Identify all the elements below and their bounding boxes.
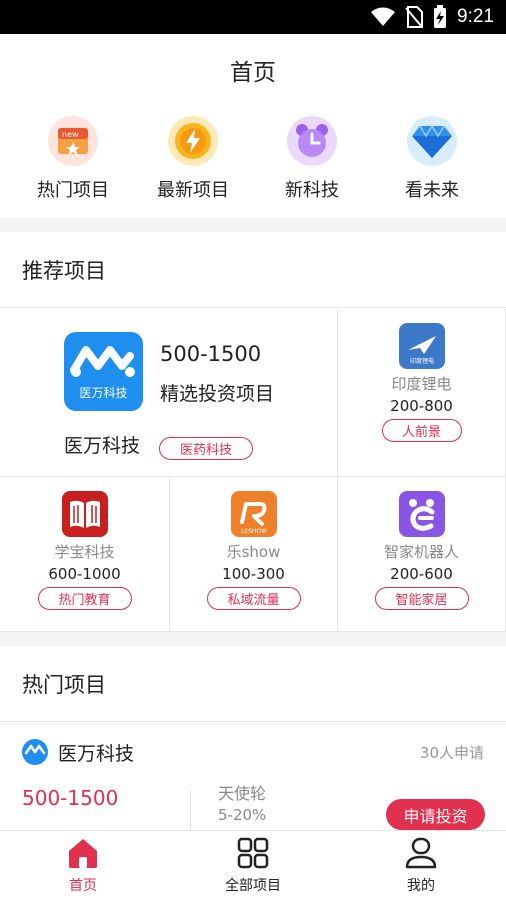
project-name: 乐show <box>226 543 281 561</box>
nav-label: 全部项目 <box>225 878 281 894</box>
hot-project-applicants: 30人申请 <box>419 744 484 762</box>
hot-project-card[interactable]: 医万科技 30人申请 500-1500 天使轮 5-20% 申请投资 <box>0 724 506 834</box>
quick-nav-latest[interactable]: 最新项目 <box>133 116 253 202</box>
nav-mine[interactable]: 我的 <box>361 837 481 895</box>
leshow-logo-icon: LESHOW <box>230 491 277 537</box>
page-title: 首页 <box>230 60 276 86</box>
project-tag: 私域流量 <box>206 587 301 610</box>
quick-nav-tech[interactable]: 新科技 <box>252 116 372 202</box>
quick-nav-label: 看未来 <box>405 180 459 201</box>
status-time: 9:21 <box>457 6 494 27</box>
title-bar: 首页 <box>0 34 506 106</box>
quick-nav-label: 热门项目 <box>37 180 109 201</box>
battery-logo-text: 印度锂电 <box>409 357 433 365</box>
featured-name: 医万科技 <box>64 435 141 457</box>
nav-all-projects[interactable]: 全部项目 <box>193 837 313 895</box>
book-logo-icon <box>61 491 108 537</box>
featured-logo: 医万科技 <box>64 332 143 411</box>
status-bar: 9:21 <box>0 0 506 34</box>
quick-nav-label: 新科技 <box>285 180 339 201</box>
project-range: 200-800 <box>390 397 453 415</box>
project-card[interactable]: 智家机器人 200-600 智能家居 <box>338 477 506 632</box>
lightning-coin-icon <box>168 116 218 166</box>
battery-charging-icon <box>434 5 447 28</box>
section-title: 热门项目 <box>0 646 506 722</box>
diamond-icon <box>407 116 457 166</box>
featured-subtitle: 精选投资项目 <box>160 383 275 405</box>
project-card[interactable]: 学宝科技 600-1000 热门教育 <box>0 477 170 632</box>
quick-nav-label: 最新项目 <box>157 180 229 201</box>
bottom-nav: 首页 全部项目 我的 <box>0 830 506 900</box>
svg-text:new: new <box>62 130 79 139</box>
alarm-clock-icon <box>287 116 337 166</box>
quick-nav-future[interactable]: 看未来 <box>372 116 492 202</box>
project-tag: 人前景 <box>381 419 462 442</box>
featured-tag: 医药科技 <box>159 437 253 460</box>
project-name: 智家机器人 <box>383 543 459 561</box>
grid-icon <box>237 837 269 869</box>
divider <box>190 790 191 834</box>
robot-logo-icon <box>398 491 445 537</box>
featured-range: 500-1500 <box>160 342 262 366</box>
quick-nav: new 热门项目 最新项目 新科技 看未来 <box>0 106 506 218</box>
hot-section: 热门项目 <box>0 646 506 723</box>
section-title: 推荐项目 <box>0 232 506 308</box>
project-range: 200-600 <box>390 565 453 583</box>
recommended-grid: 医万科技 500-1500 精选投资项目 医万科技 医药科技 印度锂电 印度锂电… <box>0 309 506 632</box>
battery-logo-icon: 印度锂电 <box>398 323 445 369</box>
leshow-logo-text: LESHOW <box>240 528 266 535</box>
nav-label: 我的 <box>407 878 435 894</box>
apply-invest-button[interactable]: 申请投资 <box>386 799 485 830</box>
project-card[interactable]: LESHOW 乐show 100-300 私域流量 <box>170 477 338 632</box>
hot-project-equity: 5-20% <box>218 806 267 824</box>
project-range: 100-300 <box>222 565 285 583</box>
project-name: 学宝科技 <box>54 543 115 561</box>
featured-logo-text: 医万科技 <box>79 386 128 400</box>
user-icon <box>405 837 437 869</box>
project-name: 印度锂电 <box>391 375 452 393</box>
project-tag: 智能家居 <box>374 587 469 610</box>
nav-label: 首页 <box>69 878 97 894</box>
yiwan-small-logo-icon <box>22 739 48 765</box>
project-range: 600-1000 <box>48 565 121 583</box>
project-tag: 热门教育 <box>37 587 132 610</box>
hot-project-round: 天使轮 <box>218 784 267 803</box>
no-sim-icon <box>405 6 424 28</box>
project-card[interactable]: 印度锂电 印度锂电 200-800 人前景 <box>338 309 506 477</box>
quick-nav-hot[interactable]: new 热门项目 <box>13 116 133 202</box>
wifi-icon <box>371 7 396 26</box>
nav-home[interactable]: 首页 <box>23 837 143 895</box>
hot-project-range: 500-1500 <box>22 786 119 810</box>
featured-project-card[interactable]: 医万科技 500-1500 精选投资项目 医万科技 医药科技 <box>0 309 338 477</box>
new-badge-icon: new <box>48 116 98 166</box>
recommended-section: 推荐项目 <box>0 232 506 309</box>
hot-project-name: 医万科技 <box>58 743 135 765</box>
home-icon <box>69 839 97 868</box>
